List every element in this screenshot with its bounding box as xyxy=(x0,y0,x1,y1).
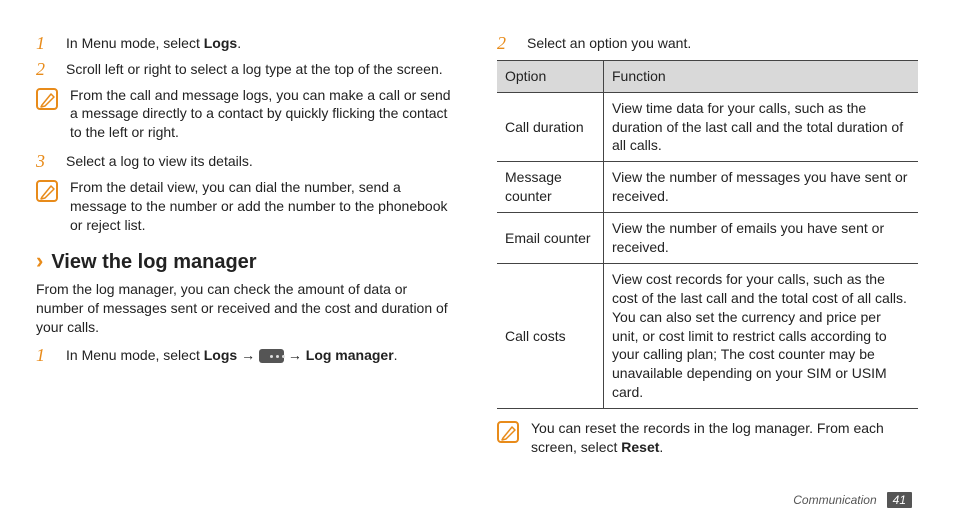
note3-bold: Reset xyxy=(621,439,659,455)
sec-step1-b2: Log manager xyxy=(306,347,394,363)
step-number-2b: 2 xyxy=(497,34,515,54)
option-function: View time data for your calls, such as t… xyxy=(604,92,919,162)
section-step-1-body: In Menu mode, select Logs → → Log manage… xyxy=(66,346,457,366)
left-column: 1 In Menu mode, select Logs. 2 Scroll le… xyxy=(36,28,457,506)
option-name: Call costs xyxy=(497,263,604,408)
step-number-2: 2 xyxy=(36,60,54,80)
note-icon xyxy=(36,88,58,110)
note-2-body: From the detail view, you can dial the n… xyxy=(70,178,457,235)
step-1: 1 In Menu mode, select Logs. xyxy=(36,34,457,54)
option-name: Email counter xyxy=(497,213,604,264)
note-icon xyxy=(36,180,58,202)
right-step-2: 2 Select an option you want. xyxy=(497,34,918,54)
section-paragraph: From the log manager, you can check the … xyxy=(36,280,457,337)
note-1: From the call and message logs, you can … xyxy=(36,86,457,143)
sec-step1-arrow2: → xyxy=(284,347,306,363)
note3-post: . xyxy=(659,439,663,455)
section-step-1: 1 In Menu mode, select Logs → → Log mana… xyxy=(36,346,457,366)
option-function: View cost records for your calls, such a… xyxy=(604,263,919,408)
table-header-row: Option Function xyxy=(497,60,918,92)
step-number-1: 1 xyxy=(36,34,54,54)
chevron-icon: › xyxy=(36,250,43,272)
step-2-body: Scroll left or right to select a log typ… xyxy=(66,60,457,80)
step-1-body: In Menu mode, select Logs. xyxy=(66,34,457,54)
option-name: Message counter xyxy=(497,162,604,213)
option-function: View the number of messages you have sen… xyxy=(604,162,919,213)
footer-page-number: 41 xyxy=(887,492,912,508)
step-1-bold: Logs xyxy=(204,35,237,51)
section-title: View the log manager xyxy=(51,249,256,276)
note-1-body: From the call and message logs, you can … xyxy=(70,86,457,143)
footer-section: Communication xyxy=(793,493,876,507)
note-3-body: You can reset the records in the log man… xyxy=(531,419,918,457)
sec-step1-pre: In Menu mode, select xyxy=(66,347,204,363)
table-row: Email counter View the number of emails … xyxy=(497,213,918,264)
option-function: View the number of emails you have sent … xyxy=(604,213,919,264)
sec-step1-arrow1: → xyxy=(237,347,259,363)
right-step-2-body: Select an option you want. xyxy=(527,34,918,54)
page-footer: Communication 41 xyxy=(793,492,912,508)
option-name: Call duration xyxy=(497,92,604,162)
sec-step1-b1: Logs xyxy=(204,347,237,363)
step-1-pre: In Menu mode, select xyxy=(66,35,204,51)
more-options-icon xyxy=(259,349,284,363)
step-number-3: 3 xyxy=(36,152,54,172)
header-function: Function xyxy=(604,60,919,92)
table-row: Call duration View time data for your ca… xyxy=(497,92,918,162)
step-1-post: . xyxy=(237,35,241,51)
note-2: From the detail view, you can dial the n… xyxy=(36,178,457,235)
note-3: You can reset the records in the log man… xyxy=(497,419,918,457)
table-row: Call costs View cost records for your ca… xyxy=(497,263,918,408)
note-icon xyxy=(497,421,519,443)
sec-step1-post: . xyxy=(394,347,398,363)
step-3: 3 Select a log to view its details. xyxy=(36,152,457,172)
section-heading: › View the log manager xyxy=(36,249,457,276)
step-number-1b: 1 xyxy=(36,346,54,366)
table-row: Message counter View the number of messa… xyxy=(497,162,918,213)
step-2: 2 Scroll left or right to select a log t… xyxy=(36,60,457,80)
page: 1 In Menu mode, select Logs. 2 Scroll le… xyxy=(0,0,954,518)
note3-pre: You can reset the records in the log man… xyxy=(531,420,884,455)
right-column: 2 Select an option you want. Option Func… xyxy=(497,28,918,506)
options-table: Option Function Call duration View time … xyxy=(497,60,918,409)
step-3-body: Select a log to view its details. xyxy=(66,152,457,172)
header-option: Option xyxy=(497,60,604,92)
